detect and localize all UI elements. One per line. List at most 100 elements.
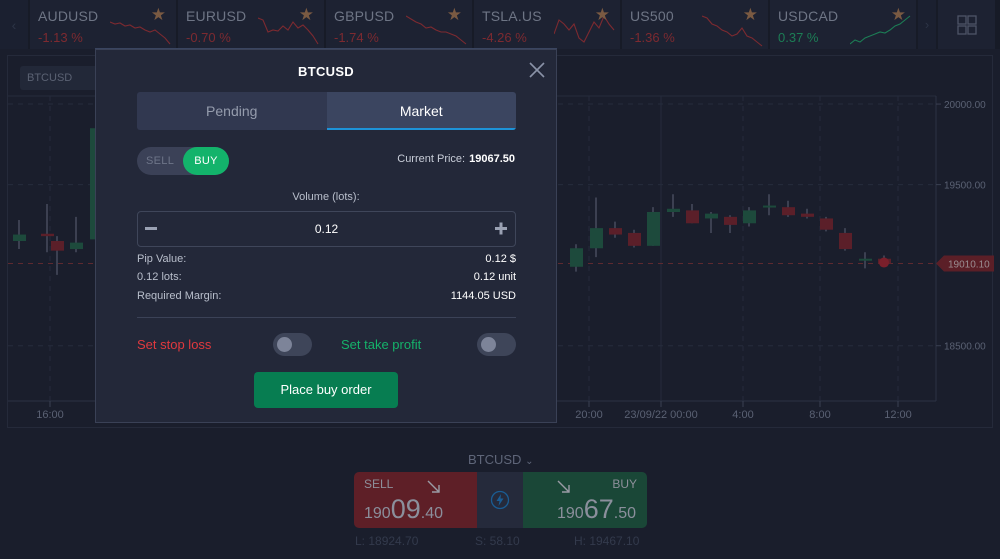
sell-button[interactable]: SELL 19009.40 <box>354 472 477 528</box>
favorite-star-icon[interactable]: ★ <box>743 5 758 25</box>
candle-body <box>743 210 756 224</box>
order-modal: BTCUSD Pending Market SELL BUY Current P… <box>95 49 557 423</box>
time-tick-label: 4:00 <box>732 409 753 421</box>
last-price-marker <box>879 257 889 268</box>
ticker-item[interactable]: AUDUSD -1.13 % ★ <box>30 0 176 49</box>
stop-loss-toggle[interactable] <box>273 333 312 356</box>
take-profit-toggle[interactable] <box>477 333 516 356</box>
one-click-trading-toggle[interactable] <box>477 472 523 528</box>
volume-stepper: 0.12 <box>137 211 516 247</box>
close-button[interactable] <box>528 61 546 79</box>
trade-symbol-selector[interactable]: BTCUSD ⌄ <box>468 452 533 467</box>
candle-body <box>763 205 776 208</box>
info-value: 0.12 unit <box>473 271 516 283</box>
favorite-star-icon[interactable]: ★ <box>151 5 166 25</box>
stop-loss-label: Set stop loss <box>137 337 212 352</box>
candle-body <box>686 210 699 224</box>
modal-title: BTCUSD <box>298 64 354 79</box>
current-price: Current Price: 19067.50 <box>397 153 515 165</box>
candle-body <box>667 208 680 212</box>
layout-grid-button[interactable] <box>938 0 995 49</box>
time-tick-label: 20:00 <box>575 409 603 421</box>
info-label: Required Margin: <box>137 290 222 302</box>
day-high: H: 19467.10 <box>574 534 640 548</box>
info-label: 0.12 lots: <box>137 271 182 283</box>
buy-sell-toggle[interactable]: SELL BUY <box>137 147 229 175</box>
sell-option[interactable]: SELL <box>146 147 174 175</box>
lots-row: 0.12 lots: 0.12 unit <box>137 271 516 283</box>
info-label: Pip Value: <box>137 253 187 265</box>
ticker-item[interactable]: GBPUSD -1.74 % ★ <box>326 0 472 49</box>
trade-symbol: BTCUSD <box>468 452 522 467</box>
ticker-item[interactable]: TSLA.US -4.26 % ★ <box>474 0 620 49</box>
ticker-list: AUDUSD -1.13 % ★ EURUSD -0.70 % ★ GBPUSD -1.74 … <box>28 0 916 49</box>
candle-body <box>13 234 26 241</box>
candle-body <box>70 242 83 250</box>
candle-body <box>609 228 622 235</box>
ticker-item[interactable]: EURUSD -0.70 % ★ <box>178 0 324 49</box>
candle-body <box>590 228 603 249</box>
order-type-tabs: Pending Market <box>137 92 516 130</box>
favorite-star-icon[interactable]: ★ <box>447 5 462 25</box>
ticker-prev-button[interactable]: ‹ <box>0 0 28 49</box>
increase-volume-button[interactable] <box>493 220 509 238</box>
price-prefix: 190 <box>557 505 584 522</box>
chevron-left-icon: ‹ <box>11 16 17 33</box>
buy-price: 19067.50 <box>557 494 636 525</box>
time-tick-label: 12:00 <box>884 409 912 421</box>
pip-value-row: Pip Value: 0.12 $ <box>137 253 516 265</box>
ticker-item[interactable]: US500 -1.36 % ★ <box>622 0 768 49</box>
candle-body <box>724 216 737 225</box>
info-value: 1144.05 USD <box>450 290 516 302</box>
favorite-star-icon[interactable]: ★ <box>891 5 906 25</box>
price-suffix: .40 <box>420 505 443 522</box>
spread: S: 58.10 <box>475 534 520 548</box>
candle-body <box>705 213 718 219</box>
take-profit-label: Set take profit <box>341 337 422 352</box>
plus-icon <box>495 222 507 235</box>
divider <box>137 317 516 318</box>
place-buy-order-button[interactable]: Place buy order <box>254 372 398 408</box>
current-price-label: Current Price: <box>397 153 466 165</box>
ticker-bar: ‹ AUDUSD -1.13 % ★ EURUSD -0.70 % ★ GBPUSD -1.7… <box>0 0 1000 49</box>
candle-body <box>628 232 641 246</box>
buy-button[interactable]: BUY 19067.50 <box>523 472 647 528</box>
tab-market[interactable]: Market <box>326 92 516 130</box>
favorite-star-icon[interactable]: ★ <box>299 5 314 25</box>
ticker-next-button[interactable]: › <box>918 0 936 49</box>
tab-pending[interactable]: Pending <box>137 92 327 130</box>
candle-body <box>820 218 833 230</box>
close-icon <box>529 62 545 78</box>
day-low: L: 18924.70 <box>355 534 419 548</box>
current-price-value: 19067.50 <box>469 153 515 165</box>
arrow-down-right-icon <box>427 480 440 493</box>
price-tick-label: 19500.00 <box>944 181 986 192</box>
time-tick-label: 16:00 <box>36 409 64 421</box>
price-big-digits: 67 <box>583 494 614 524</box>
required-margin-row: Required Margin: 1144.05 USD <box>137 290 516 302</box>
candle-body <box>859 258 872 261</box>
candle-body <box>647 212 660 246</box>
ticker-item[interactable]: USDCAD 0.37 % ★ <box>770 0 916 49</box>
sell-price: 19009.40 <box>364 494 443 525</box>
candle-body <box>801 213 814 217</box>
chart-symbol-selector[interactable]: BTCUSD <box>20 66 100 90</box>
volume-input[interactable]: 0.12 <box>138 212 515 246</box>
chevron-right-icon: › <box>924 17 930 32</box>
candle-body <box>41 233 54 237</box>
lightning-icon <box>490 490 510 510</box>
time-tick-label: 8:00 <box>809 409 830 421</box>
buy-option[interactable]: BUY <box>183 147 229 175</box>
toggle-knob <box>481 337 496 352</box>
chevron-down-icon: ⌄ <box>525 456 534 467</box>
candle-body <box>570 248 583 267</box>
sell-label: SELL <box>364 477 394 491</box>
candle-body <box>839 232 852 250</box>
candle-body <box>51 241 64 251</box>
info-value: 0.12 $ <box>485 253 516 265</box>
toggle-knob <box>277 337 292 352</box>
favorite-star-icon[interactable]: ★ <box>595 5 610 25</box>
volume-label: Volume (lots): <box>292 191 360 203</box>
price-tick-label: 18500.00 <box>944 342 986 353</box>
candle-body <box>782 207 795 216</box>
